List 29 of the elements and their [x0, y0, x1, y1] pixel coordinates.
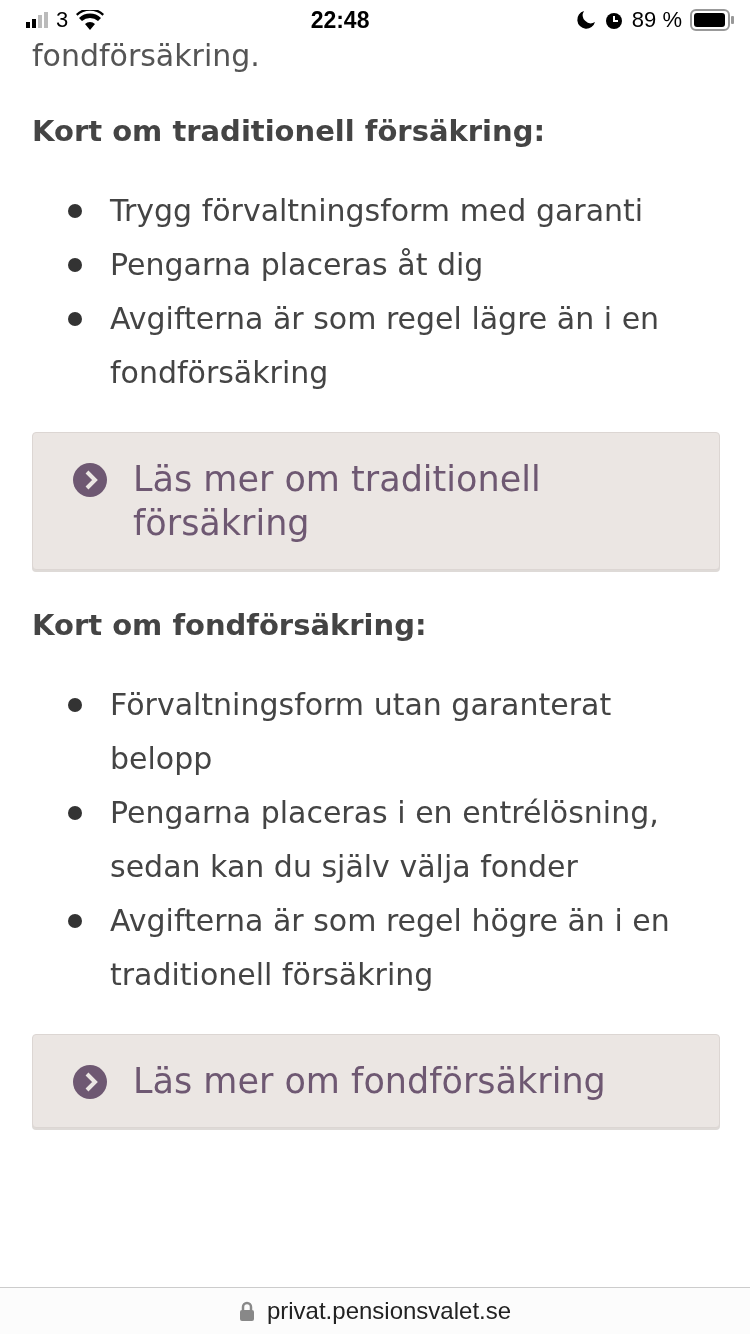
bullet-icon	[68, 698, 82, 712]
list-item-text: Trygg förvaltningsform med garanti	[110, 192, 644, 230]
paragraph-text: fondförsäkring.	[32, 37, 261, 75]
battery-icon	[690, 9, 734, 31]
bullet-icon	[68, 204, 82, 218]
read-more-button[interactable]: Läs mer om fondförsäkring	[32, 1034, 720, 1128]
list-item-text: Pengarna placeras åt dig	[110, 246, 484, 284]
bullet-icon	[68, 312, 82, 326]
lock-icon	[238, 1301, 255, 1321]
section-heading: Kort om traditionell försäkring:	[32, 114, 547, 148]
bullet-icon	[68, 258, 82, 272]
signal-icon	[26, 12, 48, 28]
list-item-text: Pengarna placeras i en entrélösning, sedan kan du själv välja fonder	[110, 794, 660, 886]
bullet-icon	[68, 914, 82, 928]
read-more-button[interactable]: Läs mer om traditionell försäkring	[32, 432, 720, 570]
alarm-icon	[603, 10, 624, 30]
clock-time: 22:48	[310, 6, 370, 34]
list-item-text: Avgifterna är som regel lägre än i en fondförsäkring	[110, 300, 661, 392]
section-heading: Kort om fondförsäkring:	[32, 608, 428, 642]
moon-icon	[575, 10, 596, 30]
url-text[interactable]: privat.pensionsvalet.se	[266, 1297, 512, 1325]
bullet-icon	[68, 806, 82, 820]
battery-percent: 89 %	[631, 7, 682, 33]
carrier-label: 3	[56, 7, 69, 33]
wifi-icon	[76, 10, 105, 30]
list-item-text: Förvaltningsform utan garanterat belopp	[110, 686, 613, 778]
chevron-circle-icon	[73, 463, 107, 497]
chevron-circle-icon	[73, 1065, 107, 1099]
list-item-text: Avgifterna är som regel högre än i en traditionell försäkring	[110, 902, 671, 994]
